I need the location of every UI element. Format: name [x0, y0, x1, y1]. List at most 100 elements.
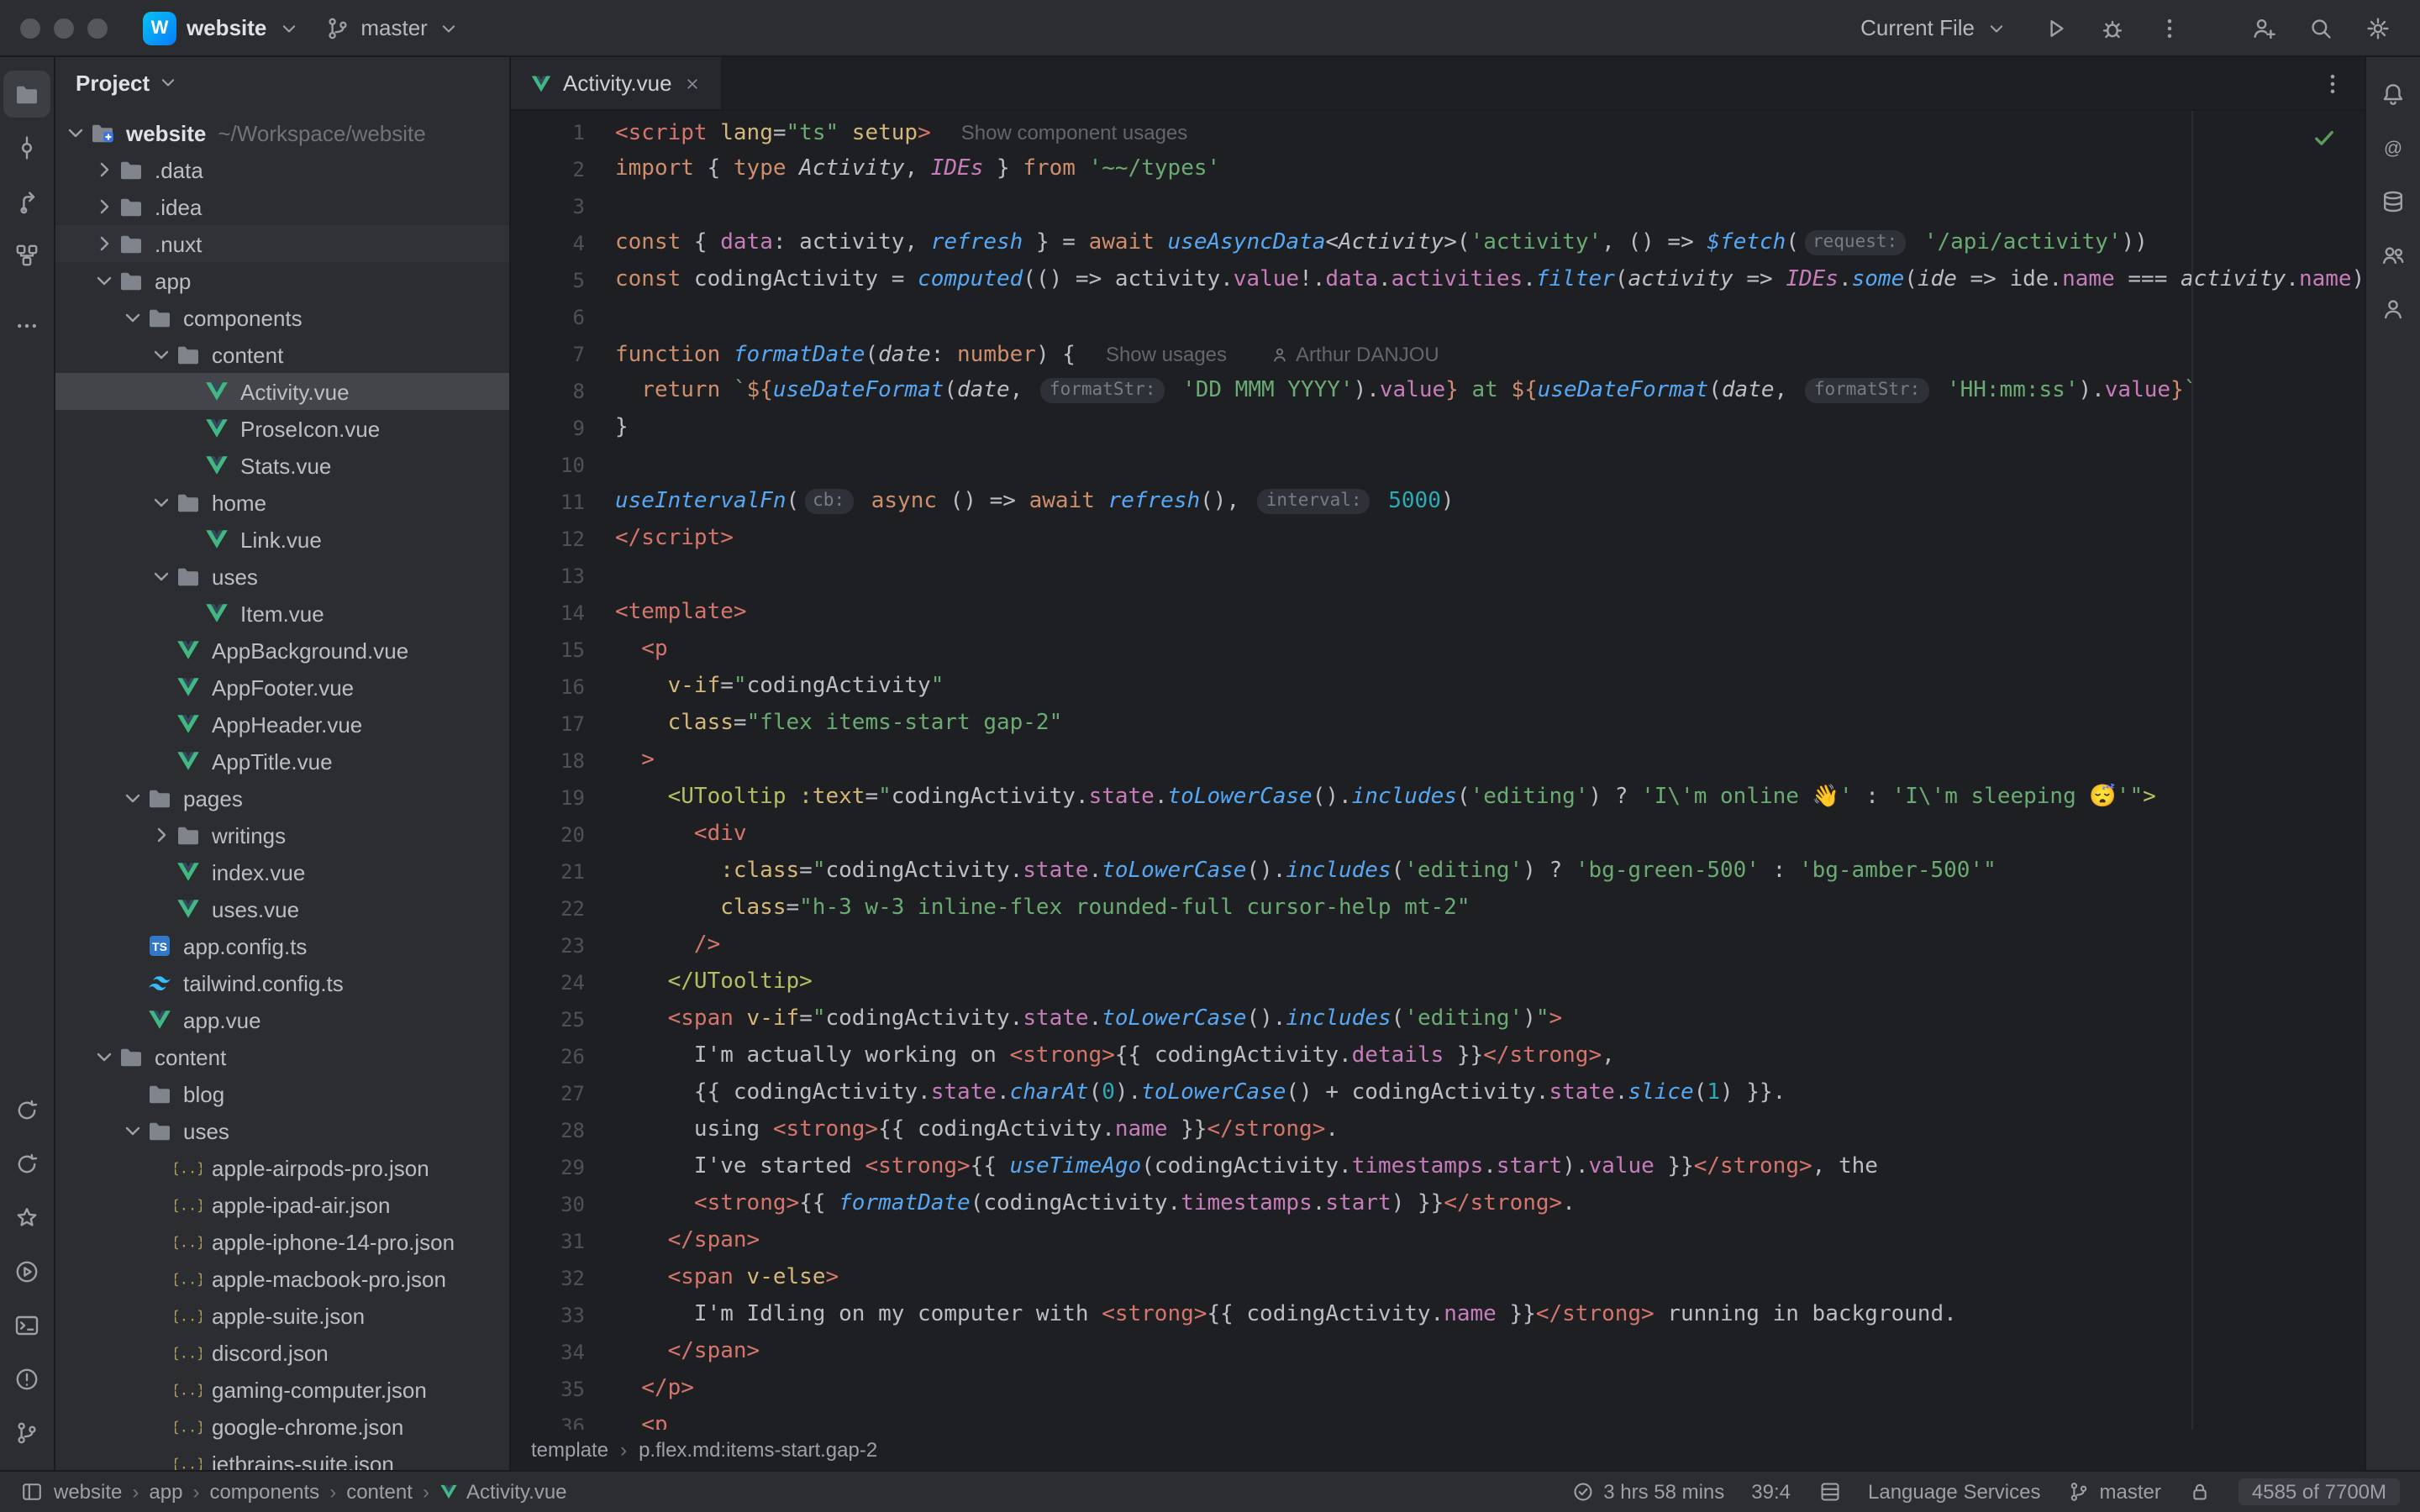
- minimize-window-button[interactable]: [54, 18, 74, 38]
- tree-item-link-vue[interactable]: Link.vue: [55, 521, 509, 558]
- tree-item-home[interactable]: home: [55, 484, 509, 521]
- project-selector[interactable]: W website: [131, 6, 312, 50]
- version-control-toolwindow-button[interactable]: [3, 1410, 50, 1457]
- tree-item-apple-iphone-14-pro-json[interactable]: {..}apple-iphone-14-pro.json: [55, 1223, 509, 1260]
- tree-item-content[interactable]: content: [55, 336, 509, 373]
- usages-inlay-hint[interactable]: Show usages: [1106, 343, 1227, 366]
- chevron-down-icon[interactable]: [119, 304, 146, 331]
- memory-indicator[interactable]: 4585 of 7700M: [2238, 1478, 2400, 1505]
- tree-item-app[interactable]: app: [55, 262, 509, 299]
- tree-item-appbackground-vue[interactable]: AppBackground.vue: [55, 632, 509, 669]
- status-path-website[interactable]: website: [54, 1480, 122, 1504]
- services-toolwindow-button[interactable]: [3, 1248, 50, 1295]
- tree-item-tailwind-config-ts[interactable]: tailwind.config.ts: [55, 964, 509, 1001]
- breadcrumb-template[interactable]: template: [531, 1438, 608, 1462]
- favorites-toolwindow-button[interactable]: [3, 1194, 50, 1242]
- tab-activity-vue[interactable]: Activity.vue: [511, 57, 721, 109]
- layout-widget[interactable]: [1818, 1480, 1841, 1504]
- status-path-app[interactable]: app: [149, 1480, 182, 1504]
- tree-item-app-config-ts[interactable]: TSapp.config.ts: [55, 927, 509, 964]
- chevron-down-icon[interactable]: [91, 267, 118, 294]
- tree-item-apple-suite-json[interactable]: {..}apple-suite.json: [55, 1297, 509, 1334]
- close-window-button[interactable]: [20, 18, 40, 38]
- tree-item-appheader-vue[interactable]: AppHeader.vue: [55, 706, 509, 743]
- tree-item-uses[interactable]: uses: [55, 1112, 509, 1149]
- time-tracker-widget[interactable]: 3 hrs 58 mins: [1571, 1480, 1724, 1504]
- notifications-button[interactable]: [2370, 71, 2417, 118]
- structure-toolwindow-button[interactable]: [3, 232, 50, 279]
- chevron-right-icon[interactable]: [148, 822, 175, 848]
- tree-item-website[interactable]: website~/Workspace/website: [55, 114, 509, 151]
- usages-inlay-hint[interactable]: Show component usages: [961, 121, 1188, 144]
- chevron-down-icon[interactable]: [148, 341, 175, 368]
- chevron-right-icon[interactable]: [91, 193, 118, 220]
- commit-toolwindow-button[interactable]: [3, 124, 50, 171]
- tree-item-components[interactable]: components: [55, 299, 509, 336]
- tree-item-apple-ipad-air-json[interactable]: {..}apple-ipad-air.json: [55, 1186, 509, 1223]
- tree-item-blog[interactable]: blog: [55, 1075, 509, 1112]
- search-everywhere-button[interactable]: [2299, 6, 2343, 50]
- terminal-toolwindow-button[interactable]: [3, 1302, 50, 1349]
- chevron-right-icon[interactable]: [91, 230, 118, 257]
- chevron-down-icon[interactable]: [91, 1043, 118, 1070]
- code-lines[interactable]: <script lang="ts" setup>Show component u…: [605, 114, 2365, 1430]
- chevron-down-icon[interactable]: [148, 563, 175, 590]
- status-path-components[interactable]: components: [209, 1480, 319, 1504]
- inspections-widget[interactable]: [2311, 124, 2338, 151]
- tree-item-nuxt[interactable]: .nuxt: [55, 225, 509, 262]
- tree-item-pages[interactable]: pages: [55, 780, 509, 816]
- settings-button[interactable]: [2356, 6, 2400, 50]
- more-actions-button[interactable]: [2148, 6, 2191, 50]
- sync-tool-2-button[interactable]: [3, 1141, 50, 1188]
- zoom-window-button[interactable]: [87, 18, 108, 38]
- caret-position-widget[interactable]: 39:4: [1751, 1480, 1791, 1504]
- debug-button[interactable]: [2091, 6, 2134, 50]
- more-tool-windows-button[interactable]: [3, 302, 50, 349]
- tree-item-index-vue[interactable]: index.vue: [55, 853, 509, 890]
- chevron-down-icon[interactable]: [62, 119, 89, 146]
- tree-item-apptitle-vue[interactable]: AppTitle.vue: [55, 743, 509, 780]
- tree-item-jetbrains-suite-json[interactable]: {..}jetbrains-suite.json: [55, 1445, 509, 1470]
- status-path-content[interactable]: content: [346, 1480, 413, 1504]
- run-button[interactable]: [2033, 6, 2077, 50]
- code-editor[interactable]: 1234567891011121314151617181920212223242…: [511, 111, 2365, 1430]
- tree-item-gaming-computer-json[interactable]: {..}gaming-computer.json: [55, 1371, 509, 1408]
- branch-selector[interactable]: master: [312, 9, 472, 46]
- tree-item-uses-vue[interactable]: uses.vue: [55, 890, 509, 927]
- run-configuration-selector[interactable]: Current File: [1849, 10, 2020, 45]
- editor-options-button[interactable]: [2311, 61, 2354, 105]
- tree-item-discord-json[interactable]: {..}discord.json: [55, 1334, 509, 1371]
- chevron-down-icon[interactable]: [119, 1117, 146, 1144]
- language-services-widget[interactable]: Language Services: [1868, 1480, 2041, 1504]
- tree-item-item-vue[interactable]: Item.vue: [55, 595, 509, 632]
- tree-item-uses[interactable]: uses: [55, 558, 509, 595]
- chevron-down-icon[interactable]: [148, 489, 175, 516]
- database-toolwindow-button[interactable]: [2370, 178, 2417, 225]
- collaboration-toolwindow-button[interactable]: [2370, 232, 2417, 279]
- status-path-activity-vue[interactable]: Activity.vue: [439, 1480, 567, 1504]
- problems-toolwindow-button[interactable]: [3, 1356, 50, 1403]
- branch-widget[interactable]: master: [2068, 1480, 2161, 1504]
- tree-item-apple-airpods-pro-json[interactable]: {..}apple-airpods-pro.json: [55, 1149, 509, 1186]
- tree-item-appfooter-vue[interactable]: AppFooter.vue: [55, 669, 509, 706]
- project-panel-header[interactable]: Project: [55, 57, 509, 108]
- close-tab-icon[interactable]: [682, 73, 702, 93]
- profile-toolwindow-button[interactable]: [2370, 286, 2417, 333]
- tree-item-google-chrome-json[interactable]: {..}google-chrome.json: [55, 1408, 509, 1445]
- tree-item-activity-vue[interactable]: Activity.vue: [55, 373, 509, 410]
- code-with-me-button[interactable]: [2242, 6, 2286, 50]
- breadcrumb-p-flex-md-items-start-gap-2[interactable]: p.flex.md:items-start.gap-2: [639, 1438, 877, 1462]
- tree-item-stats-vue[interactable]: Stats.vue: [55, 447, 509, 484]
- tree-item-writings[interactable]: writings: [55, 816, 509, 853]
- sync-tool-1-button[interactable]: [3, 1087, 50, 1134]
- pull-requests-toolwindow-button[interactable]: [3, 178, 50, 225]
- tree-item-proseicon-vue[interactable]: ProseIcon.vue: [55, 410, 509, 447]
- author-inlay-hint[interactable]: Arthur DANJOU: [1270, 343, 1439, 366]
- mentions-button[interactable]: @: [2370, 124, 2417, 171]
- tree-item-data[interactable]: .data: [55, 151, 509, 188]
- tree-item-apple-macbook-pro-json[interactable]: {..}apple-macbook-pro.json: [55, 1260, 509, 1297]
- chevron-down-icon[interactable]: [119, 785, 146, 811]
- project-toolwindow-button[interactable]: [3, 71, 50, 118]
- tree-item-app-vue[interactable]: app.vue: [55, 1001, 509, 1038]
- tree-item-idea[interactable]: .idea: [55, 188, 509, 225]
